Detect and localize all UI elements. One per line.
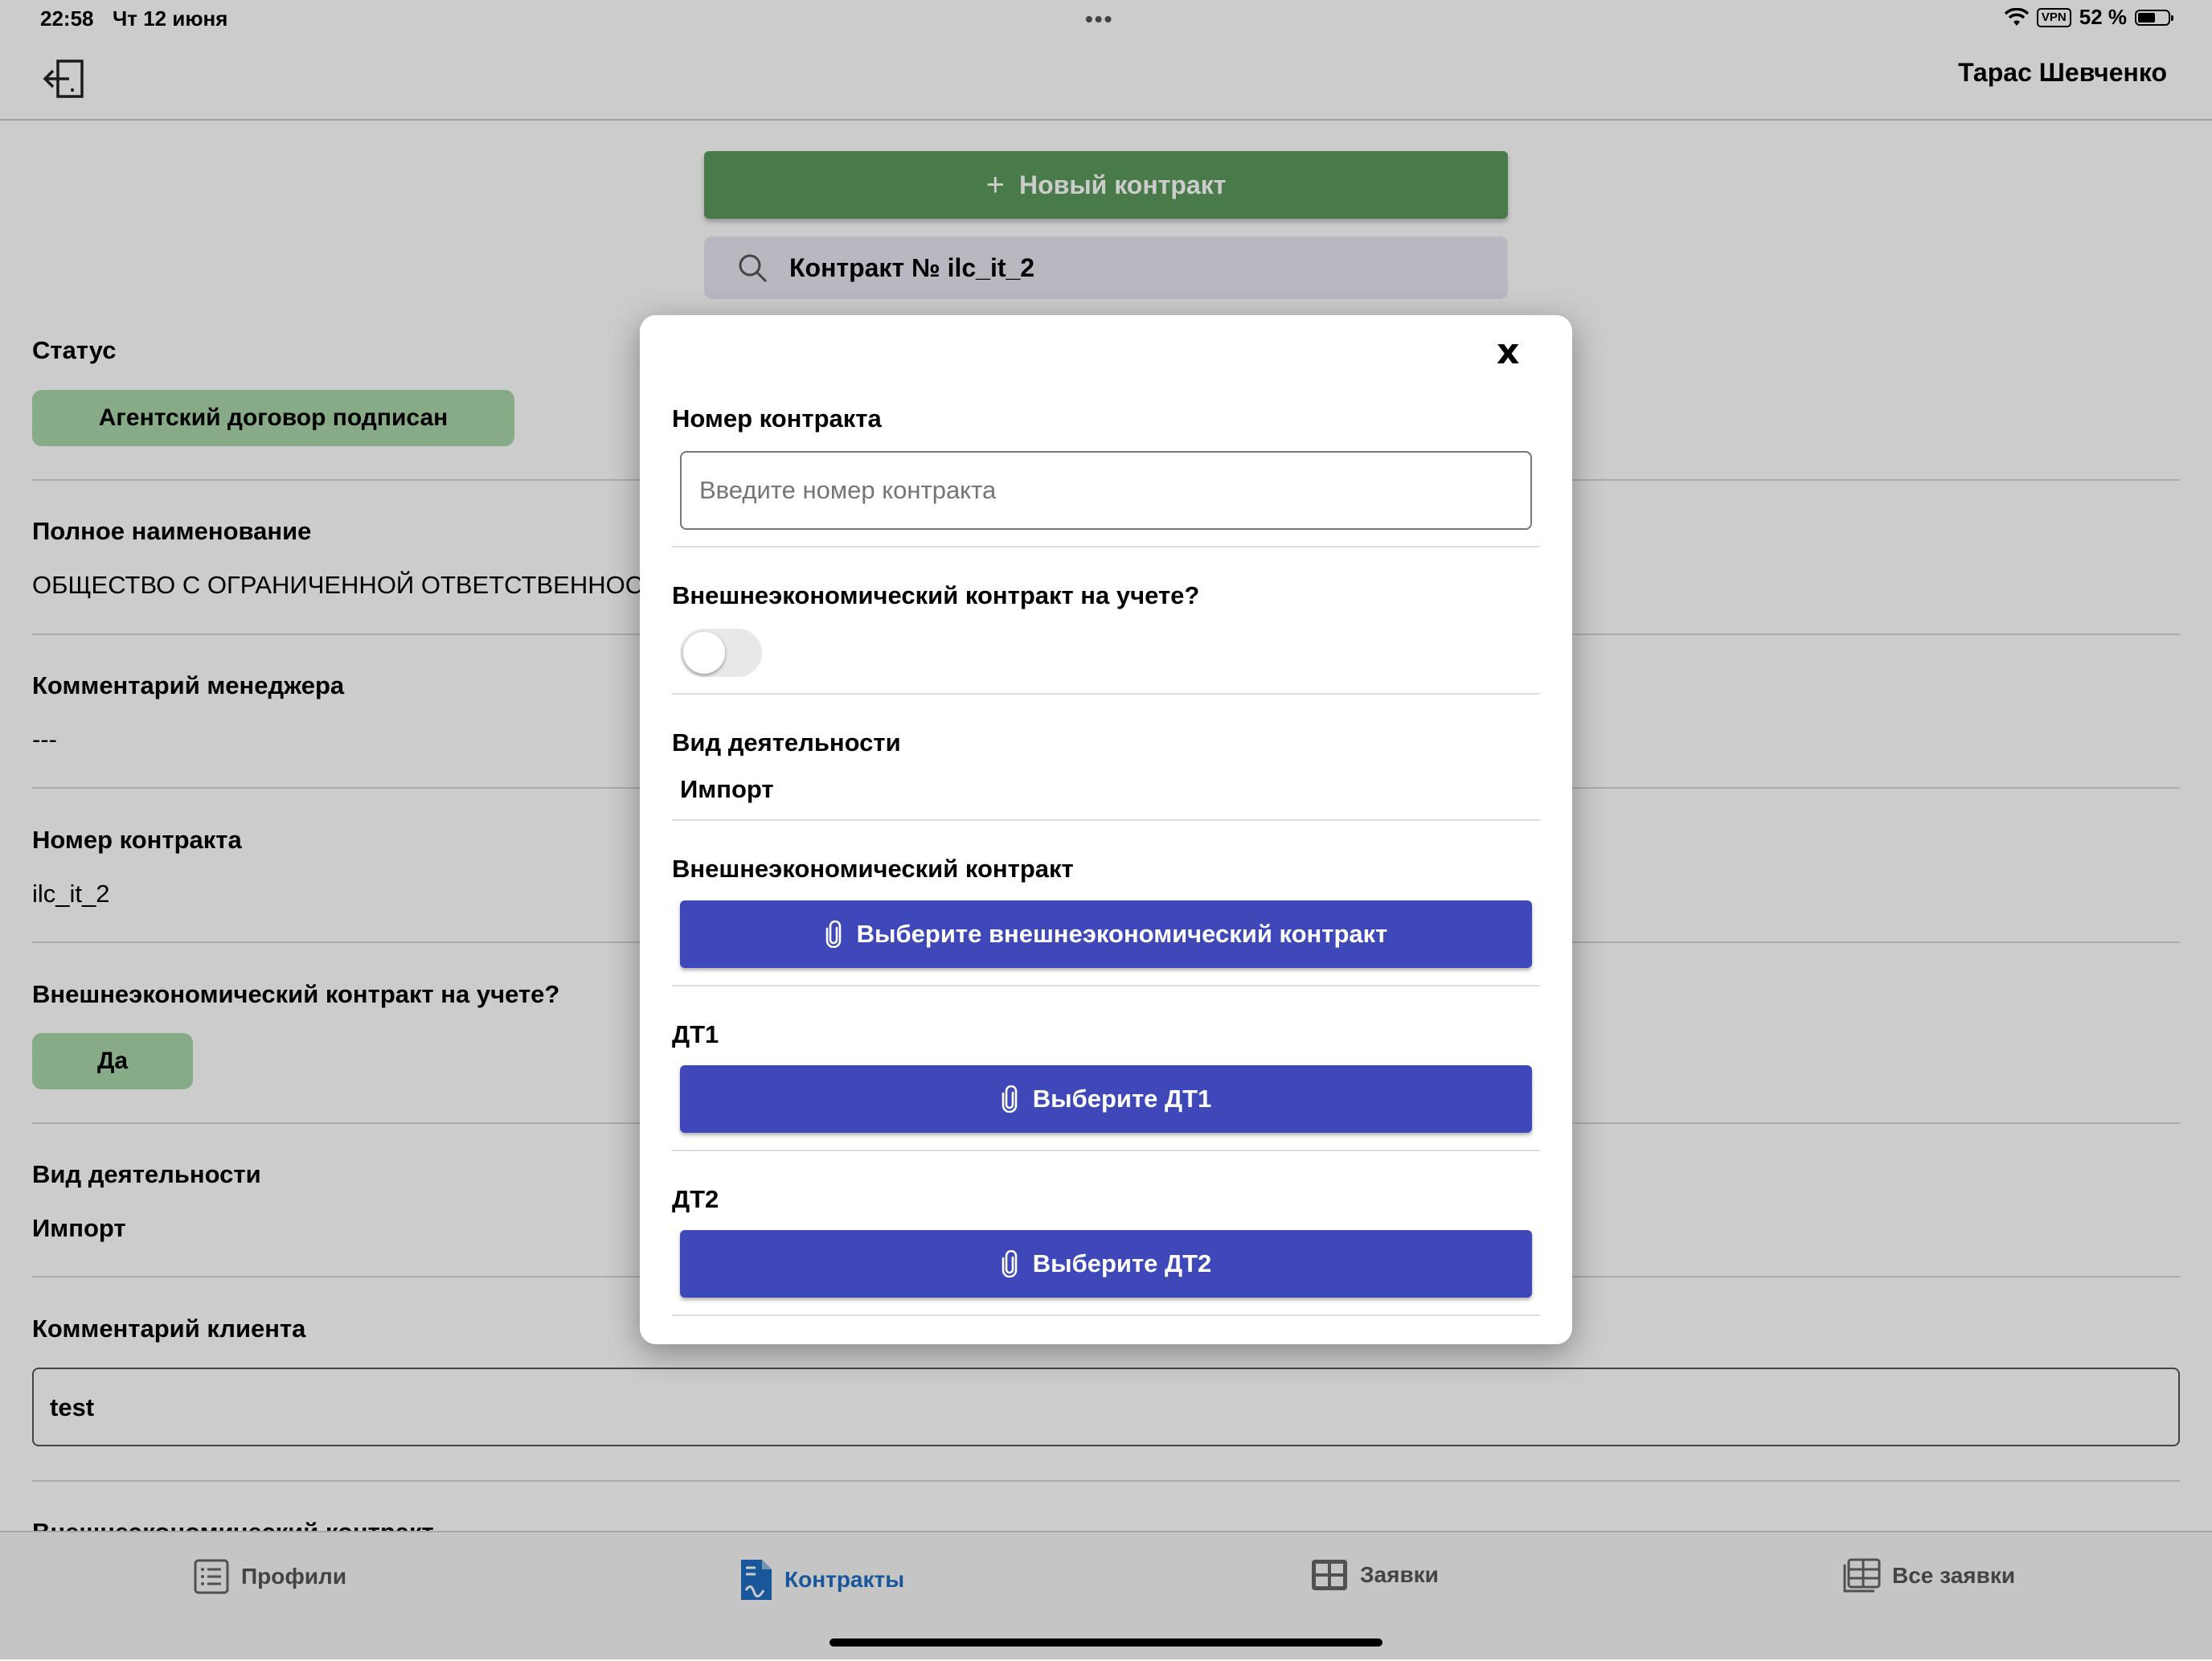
close-button[interactable]: x xyxy=(1497,331,1519,372)
toggle-knob xyxy=(683,632,725,674)
modal-registered-label: Внешнеэкономический контракт на учете? xyxy=(672,581,1200,609)
button-label: Выберите внешнеэкономический контракт xyxy=(856,920,1388,948)
paperclip-icon xyxy=(1002,1250,1018,1278)
modal-dt1-label: ДТ1 xyxy=(672,1020,719,1048)
paperclip-icon xyxy=(1002,1085,1018,1113)
modal-activity-label: Вид деятельности xyxy=(672,728,901,757)
modal-activity-value[interactable]: Импорт xyxy=(680,775,774,804)
modal-divider xyxy=(672,1314,1540,1316)
modal-divider xyxy=(672,693,1540,695)
select-foreign-contract-button[interactable]: Выберите внешнеэкономический контракт xyxy=(680,900,1532,968)
modal-divider xyxy=(672,985,1540,986)
modal-divider xyxy=(672,1150,1540,1151)
select-dt1-button[interactable]: Выберите ДТ1 xyxy=(680,1065,1532,1133)
modal-divider xyxy=(672,546,1540,548)
paperclip-icon xyxy=(825,921,841,948)
modal-divider xyxy=(672,819,1540,821)
button-label: Выберите ДТ1 xyxy=(1032,1085,1212,1113)
modal-dt2-label: ДТ2 xyxy=(672,1185,719,1213)
select-dt2-button[interactable]: Выберите ДТ2 xyxy=(680,1230,1532,1298)
button-label: Выберите ДТ2 xyxy=(1032,1249,1212,1278)
modal-foreign-contract-label: Внешнеэкономический контракт xyxy=(672,855,1074,883)
modal-contract-number-label: Номер контракта xyxy=(672,404,882,433)
registered-toggle[interactable] xyxy=(680,629,762,677)
contract-number-input[interactable] xyxy=(680,451,1532,530)
